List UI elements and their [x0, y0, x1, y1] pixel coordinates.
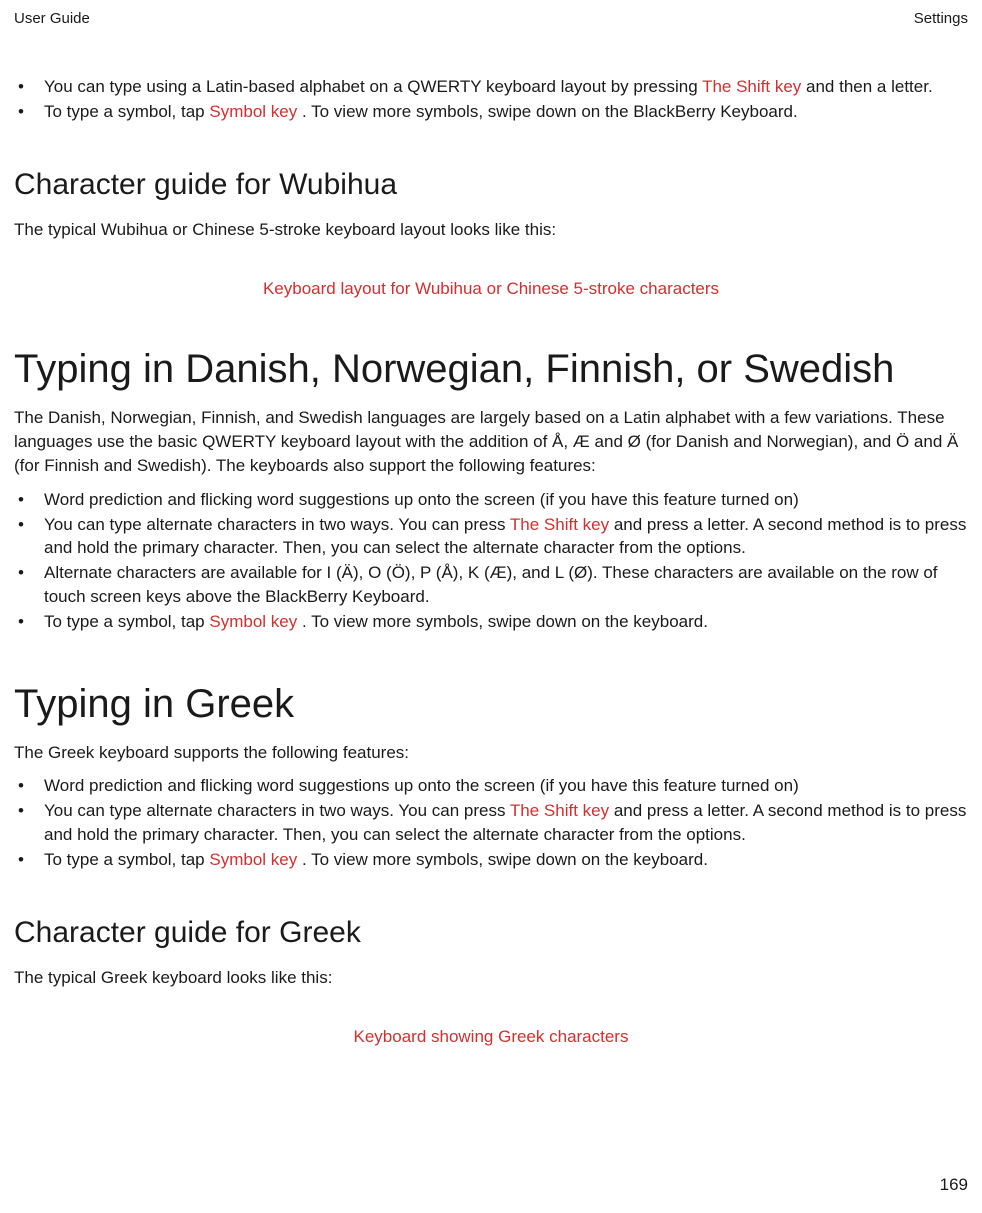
header-left: User Guide [14, 10, 90, 27]
wubihua-desc: The typical Wubihua or Chinese 5-stroke … [14, 218, 968, 242]
greek-guide-heading: Character guide for Greek [14, 916, 968, 950]
top-bullet-list: You can type using a Latin-based alphabe… [14, 75, 968, 124]
list-item: You can type alternate characters in two… [14, 513, 968, 561]
text-segment: You can type alternate characters in two… [44, 515, 510, 534]
page-number: 169 [940, 1175, 968, 1195]
symbol-key-label: Symbol key [209, 850, 302, 869]
list-item: To type a symbol, tap Symbol key . To vi… [14, 610, 968, 634]
greek-bullet-list: Word prediction and flicking word sugges… [14, 774, 968, 871]
list-item: To type a symbol, tap Symbol key . To vi… [14, 848, 968, 872]
list-item: You can type using a Latin-based alphabe… [14, 75, 968, 99]
shift-key-label: The Shift key [510, 515, 614, 534]
text-segment: You can type alternate characters in two… [44, 801, 510, 820]
list-item: To type a symbol, tap Symbol key . To vi… [14, 100, 968, 124]
wubihua-heading: Character guide for Wubihua [14, 168, 968, 202]
list-item: You can type alternate characters in two… [14, 799, 968, 847]
nordic-heading: Typing in Danish, Norwegian, Finnish, or… [14, 347, 968, 392]
text-segment: . To view more symbols, swipe down on th… [302, 102, 798, 121]
greek-heading: Typing in Greek [14, 682, 968, 727]
list-item: Word prediction and flicking word sugges… [14, 488, 968, 512]
greek-desc: The Greek keyboard supports the followin… [14, 741, 968, 765]
nordic-desc: The Danish, Norwegian, Finnish, and Swed… [14, 406, 968, 477]
header-right: Settings [914, 10, 968, 27]
text-segment: . To view more symbols, swipe down on th… [302, 850, 708, 869]
page-header: User Guide Settings [14, 10, 968, 27]
wubihua-figcaption: Keyboard layout for Wubihua or Chinese 5… [14, 279, 968, 299]
shift-key-label: The Shift key [702, 77, 806, 96]
text-segment: To type a symbol, tap [44, 850, 209, 869]
text-segment: and then a letter. [806, 77, 933, 96]
shift-key-label: The Shift key [510, 801, 614, 820]
text-segment: You can type using a Latin-based alphabe… [44, 77, 702, 96]
greek-guide-desc: The typical Greek keyboard looks like th… [14, 966, 968, 990]
list-item: Word prediction and flicking word sugges… [14, 774, 968, 798]
nordic-bullet-list: Word prediction and flicking word sugges… [14, 488, 968, 634]
symbol-key-label: Symbol key [209, 612, 302, 631]
symbol-key-label: Symbol key [209, 102, 302, 121]
text-segment: . To view more symbols, swipe down on th… [302, 612, 708, 631]
list-item: Alternate characters are available for I… [14, 561, 968, 609]
text-segment: To type a symbol, tap [44, 612, 209, 631]
greek-figcaption: Keyboard showing Greek characters [14, 1027, 968, 1047]
text-segment: To type a symbol, tap [44, 102, 209, 121]
